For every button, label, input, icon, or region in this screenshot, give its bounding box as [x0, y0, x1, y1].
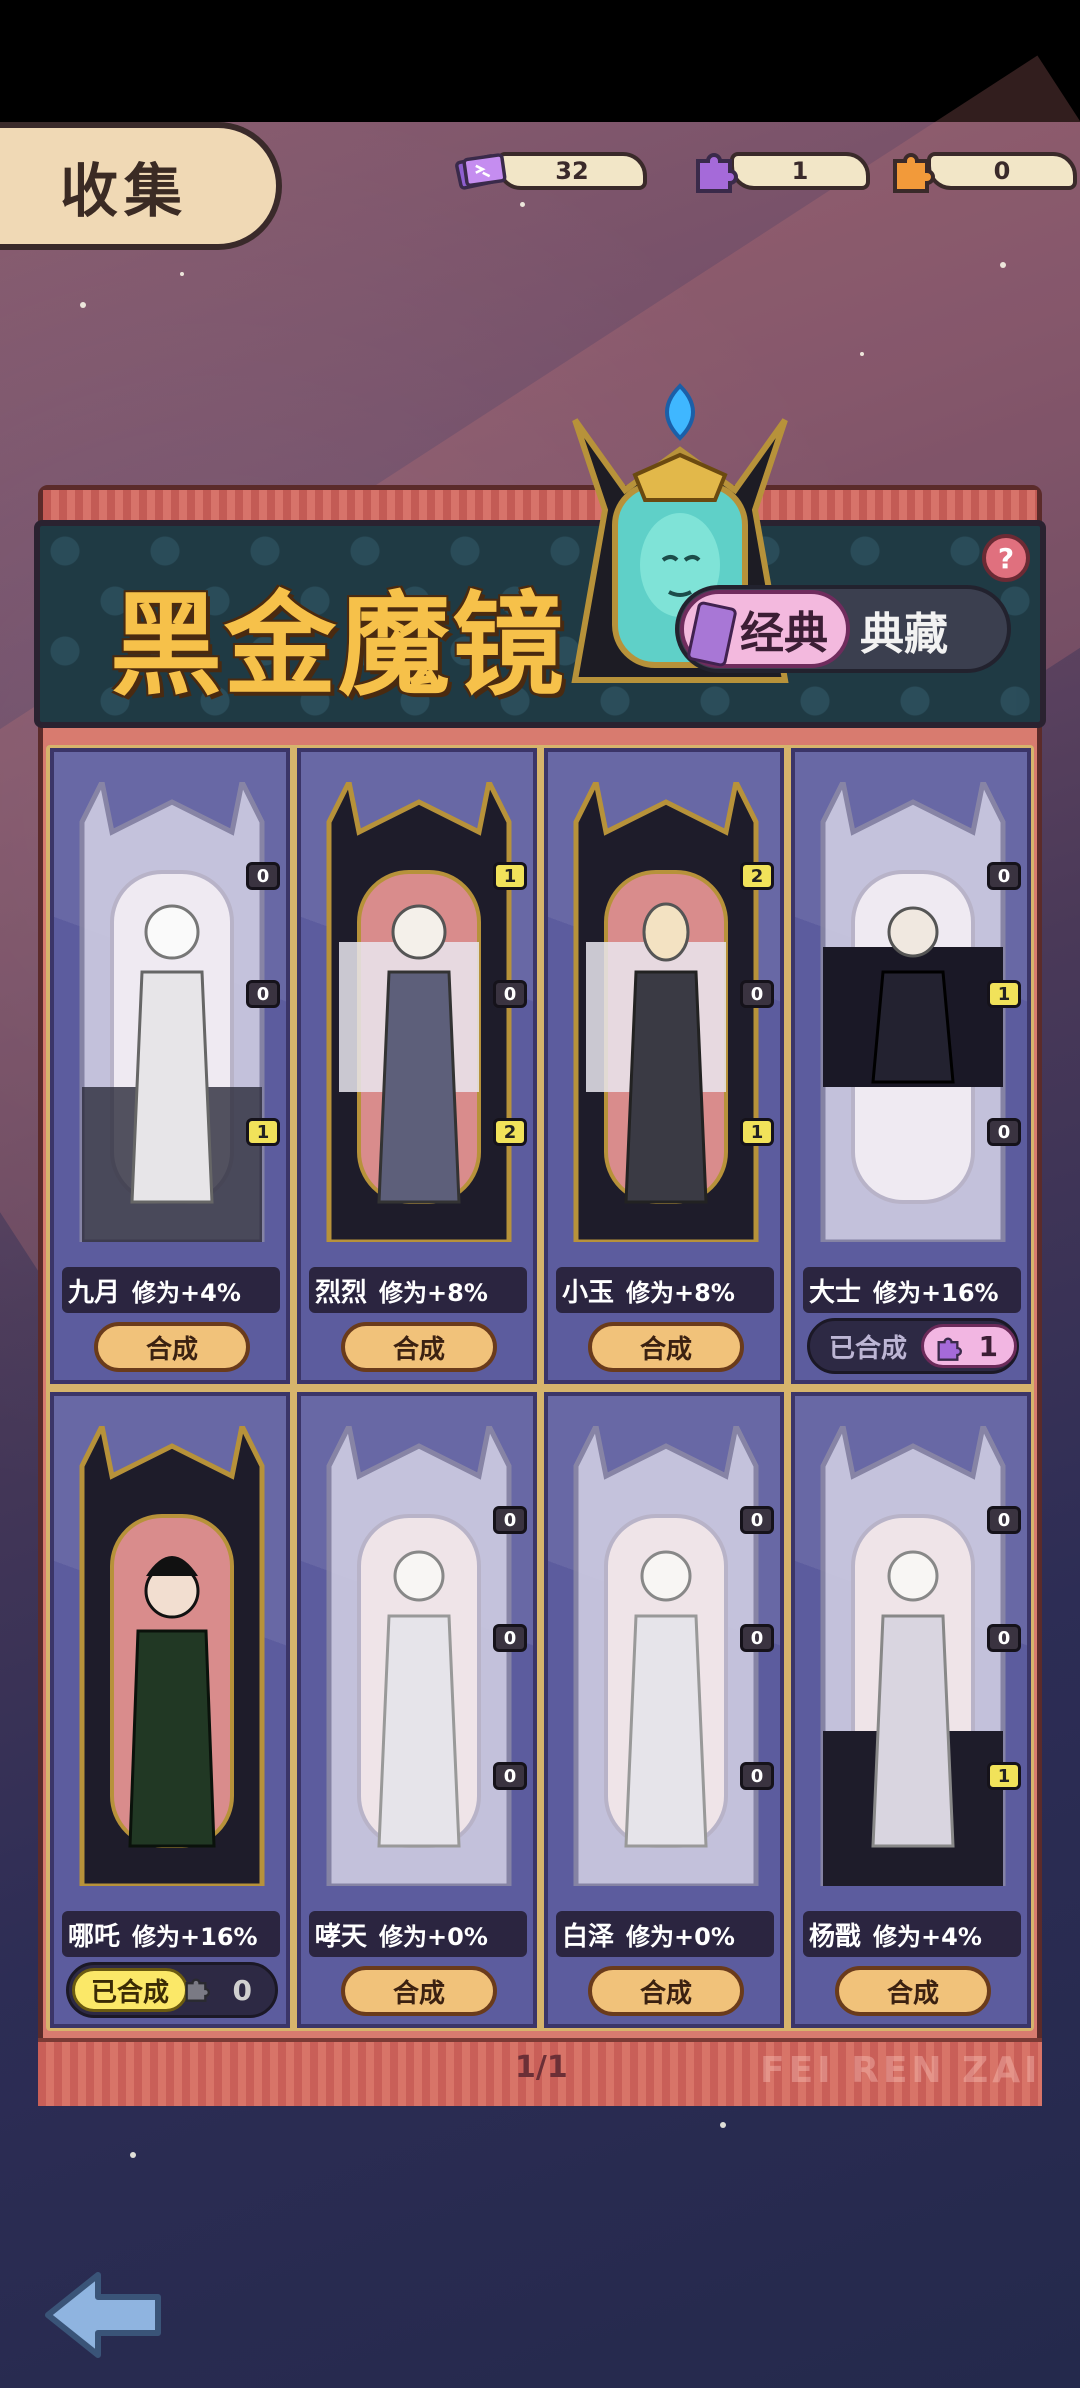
card-name-bar: 小玉 修为+8%	[556, 1267, 774, 1313]
composed-label: 已合成	[72, 1968, 189, 2012]
piece-count-bottom: 1	[246, 1118, 280, 1146]
card-lielie[interactable]: 1 0 2 烈烈 修为+8% 合成	[297, 748, 537, 1384]
card-bonus: 修为+4%	[873, 1922, 982, 1951]
piece-count-middle: 0	[987, 1624, 1021, 1652]
piece-count-top: 0	[987, 862, 1021, 890]
piece-count-middle: 0	[493, 980, 527, 1008]
piece-count-bottom: 0	[493, 1762, 527, 1790]
piece-count-top: 0	[987, 1506, 1021, 1534]
card-name: 白泽	[562, 1921, 615, 1952]
card-bonus: 修为+16%	[873, 1278, 999, 1307]
piece-count-top: 0	[740, 1506, 774, 1534]
card-name-bar: 大士 修为+16%	[803, 1267, 1021, 1313]
tab-classic-label: 经典	[740, 608, 828, 659]
card-bonus: 修为+8%	[379, 1278, 488, 1307]
purple-puzzle-icon	[937, 1337, 962, 1361]
stained-glass-frame-icon	[813, 1418, 1013, 1889]
piece-count-middle: 1	[987, 980, 1021, 1008]
compose-button[interactable]: 合成	[341, 1322, 497, 1372]
currency-tickets[interactable]: 32	[455, 150, 647, 192]
watermark: FEI REN ZAI	[760, 2050, 1042, 2091]
piece-count-middle: 0	[493, 1624, 527, 1652]
card-name-bar: 杨戬 修为+4%	[803, 1911, 1021, 1957]
tab-collection-label: 典藏	[860, 609, 948, 660]
card-name-bar: 白泽 修为+0%	[556, 1911, 774, 1957]
piece-count-bottom: 1	[740, 1118, 774, 1146]
collection-title: 黑金魔镜	[110, 581, 566, 711]
piece-reward: 0	[172, 1968, 268, 2012]
card-name-bar: 九月 修为+4%	[62, 1267, 280, 1313]
compose-button[interactable]: 合成	[341, 1966, 497, 2016]
card-jiuyue[interactable]: 0 0 1 九月 修为+4% 合成	[50, 748, 290, 1384]
help-icon: ?	[997, 541, 1015, 575]
card-name: 烈烈	[315, 1277, 368, 1308]
reward-count: 0	[232, 1973, 252, 2007]
page-title-text: 收集	[60, 157, 189, 225]
orange-piece-count: 0	[927, 152, 1077, 190]
composed-label: 已合成	[829, 1333, 908, 1364]
orange-puzzle-icon	[885, 145, 937, 197]
piece-count-bottom: 2	[493, 1118, 527, 1146]
card-bonus: 修为+16%	[132, 1922, 258, 1951]
back-button[interactable]	[38, 2265, 168, 2365]
piece-count-top: 1	[493, 862, 527, 890]
tab-classic[interactable]: 经典	[680, 590, 850, 668]
piece-count-middle: 0	[740, 1624, 774, 1652]
back-arrow-icon	[45, 2272, 161, 2358]
stained-glass-frame-icon	[72, 774, 272, 1245]
stained-glass-frame-icon	[72, 1418, 272, 1889]
compose-button[interactable]: 合成	[588, 1966, 744, 2016]
card-name: 大士	[809, 1277, 862, 1308]
purple-piece-count: 1	[730, 152, 870, 190]
gray-puzzle-icon	[185, 1978, 210, 2002]
card-name: 九月	[68, 1277, 121, 1308]
card-name: 小玉	[562, 1277, 615, 1308]
compose-button[interactable]: 合成	[835, 1966, 991, 2016]
piece-count-top: 0	[246, 862, 280, 890]
currency-orange-pieces[interactable]: 0	[885, 150, 1077, 193]
piece-count-top: 0	[493, 1506, 527, 1534]
card-name: 哮天	[315, 1921, 368, 1952]
card-nezha[interactable]: 哪吒 修为+16% 已合成 0	[50, 1392, 290, 2028]
stained-glass-frame-icon	[813, 774, 1013, 1245]
purple-piece-reward: 1	[921, 1324, 1017, 1368]
card-bonus: 修为+8%	[626, 1278, 735, 1307]
piece-count-middle: 0	[246, 980, 280, 1008]
compose-button[interactable]: 合成	[94, 1322, 250, 1372]
purple-puzzle-icon	[688, 145, 740, 197]
piece-count-top: 2	[740, 862, 774, 890]
card-name-bar: 哪吒 修为+16%	[62, 1911, 280, 1957]
reward-count: 1	[978, 1329, 998, 1363]
card-xiaotian[interactable]: 0 0 0 哮天 修为+0% 合成	[297, 1392, 537, 2028]
page-indicator: 1/1	[515, 2050, 568, 2085]
card-xiaoyu[interactable]: 2 0 1 小玉 修为+8% 合成	[544, 748, 784, 1384]
help-button[interactable]: ?	[982, 534, 1030, 582]
piece-count-bottom: 0	[987, 1118, 1021, 1146]
card-name: 哪吒	[68, 1921, 121, 1952]
status-bar	[0, 0, 1080, 122]
card-name-bar: 哮天 修为+0%	[309, 1911, 527, 1957]
card-baize[interactable]: 0 0 0 白泽 修为+0% 合成	[544, 1392, 784, 2028]
piece-count-bottom: 0	[740, 1762, 774, 1790]
card-name-bar: 烈烈 修为+8%	[309, 1267, 527, 1313]
stained-glass-frame-icon	[319, 1418, 519, 1889]
card-bonus: 修为+4%	[132, 1278, 241, 1307]
stained-glass-frame-icon	[566, 774, 766, 1245]
card-icon	[686, 600, 738, 668]
card-yangjian[interactable]: 0 0 1 杨戬 修为+4% 合成	[791, 1392, 1031, 2028]
ticket-count: 32	[497, 152, 647, 190]
card-bonus: 修为+0%	[379, 1922, 488, 1951]
piece-count-bottom: 1	[987, 1762, 1021, 1790]
stained-glass-frame-icon	[319, 774, 519, 1245]
tab-collection[interactable]: 典藏	[860, 598, 948, 662]
card-dashi[interactable]: 0 1 0 大士 修为+16% 已合成 1	[791, 748, 1031, 1384]
ticket-icon	[455, 145, 507, 197]
compose-button[interactable]: 合成	[588, 1322, 744, 1372]
currency-purple-pieces[interactable]: 1	[688, 150, 870, 193]
card-name: 杨戬	[809, 1921, 862, 1952]
card-bonus: 修为+0%	[626, 1922, 735, 1951]
stained-glass-frame-icon	[566, 1418, 766, 1889]
piece-count-middle: 0	[740, 980, 774, 1008]
page-title: 收集	[0, 122, 282, 250]
